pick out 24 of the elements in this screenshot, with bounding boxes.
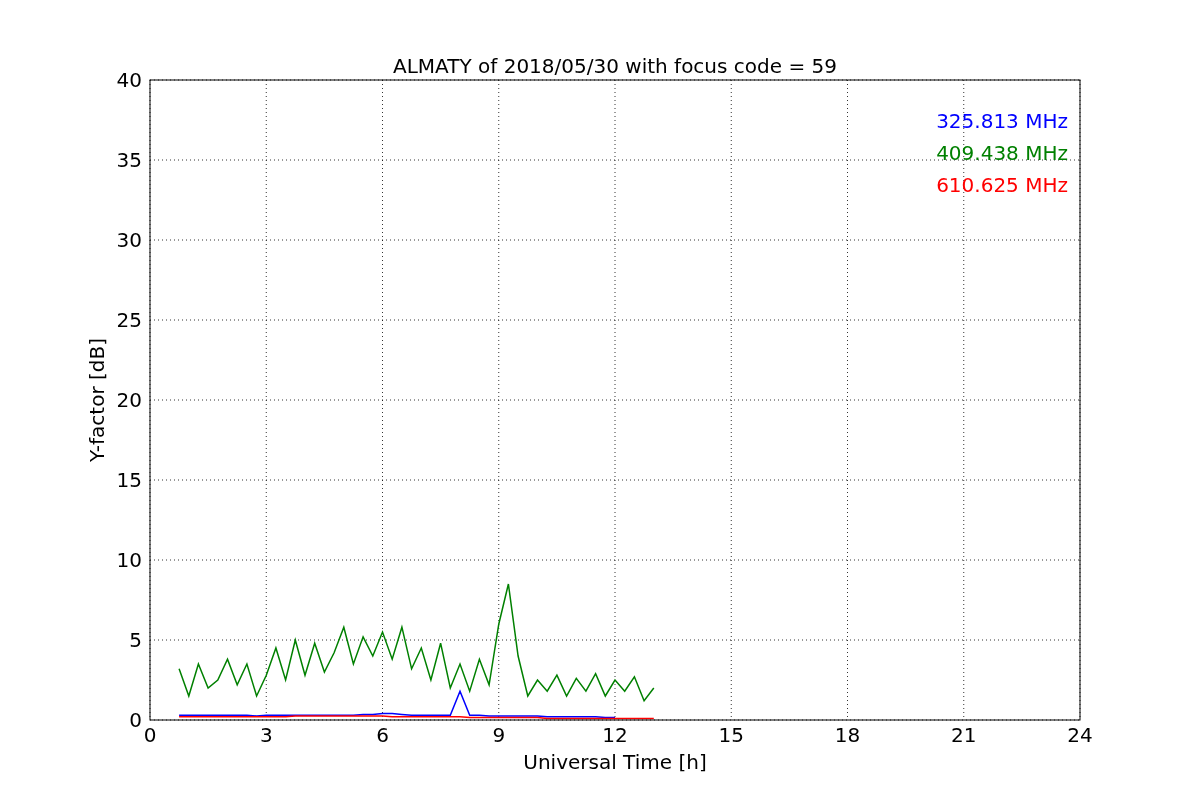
tick-label: 30 — [116, 228, 142, 252]
tick-label: 9 — [492, 723, 506, 747]
tick-label: 10 — [116, 548, 142, 572]
tick-label: 24 — [1067, 723, 1093, 747]
tick-label: 12 — [602, 723, 628, 747]
tick-label: 6 — [376, 723, 389, 747]
tick-label: 3 — [259, 723, 273, 747]
chart-title: ALMATY of 2018/05/30 with focus code = 59 — [393, 54, 837, 78]
tick-label: 0 — [129, 708, 142, 732]
legend-label: 325.813 MHz — [936, 109, 1068, 133]
axis-label: Universal Time [h] — [523, 750, 707, 774]
tick-label: 5 — [129, 628, 142, 652]
tick-label: 20 — [116, 388, 142, 412]
tick-label: 15 — [718, 723, 744, 747]
legend-label: 610.625 MHz — [936, 173, 1068, 197]
tick-label: 21 — [951, 723, 977, 747]
tick-label: 18 — [834, 723, 861, 747]
axis-label: Y-factor [dB] — [85, 338, 109, 462]
tick-label: 35 — [116, 148, 142, 172]
tick-label: 15 — [116, 468, 142, 492]
tick-label: 40 — [116, 68, 142, 92]
tick-label: 0 — [143, 723, 157, 747]
legend-label: 409.438 MHz — [936, 141, 1068, 165]
tick-label: 25 — [116, 308, 142, 332]
